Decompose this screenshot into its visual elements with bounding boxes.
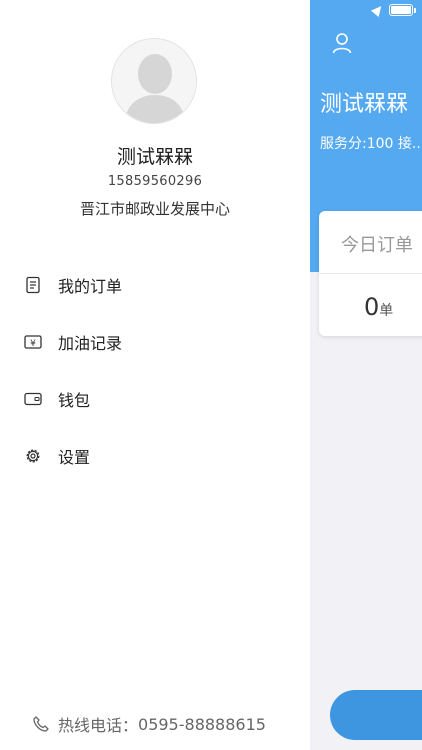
menu-label: 我的订单 — [58, 277, 123, 296]
avatar[interactable] — [111, 38, 197, 124]
hotline-label: 热线电话： — [58, 716, 139, 735]
settings-gear-icon — [24, 447, 42, 465]
service-score: 服务分:100 接... — [320, 136, 422, 152]
battery-icon — [389, 4, 413, 16]
avatar-silhouette-icon — [112, 39, 196, 123]
today-orders-card[interactable]: 今日订单 0单 — [319, 211, 422, 336]
menu-item-fuel-records[interactable]: ¥ 加油记录 — [24, 327, 284, 357]
bottom-action-button[interactable] — [330, 690, 422, 740]
user-profile-icon[interactable] — [332, 32, 352, 54]
today-orders-count: 0单 — [364, 293, 393, 321]
order-list-icon — [24, 276, 42, 294]
today-orders-title: 今日订单 — [341, 235, 413, 256]
main-page: 测试槑槑 服务分:100 接... 今日订单 0单 — [310, 0, 422, 750]
location-icon — [370, 2, 386, 18]
svg-text:¥: ¥ — [30, 339, 36, 349]
user-phone: 15859560296 — [107, 174, 203, 189]
user-organization: 晋江市邮政业发展中心 — [79, 200, 230, 218]
wallet-icon — [24, 390, 42, 408]
hotline-number[interactable]: 0595-88888615 — [138, 715, 266, 734]
phone-icon — [33, 716, 49, 732]
status-bar — [370, 2, 416, 18]
menu-item-wallet[interactable]: 钱包 — [24, 384, 284, 414]
menu-item-settings[interactable]: 设置 — [24, 441, 284, 471]
menu-label: 加油记录 — [58, 334, 123, 353]
hotline[interactable]: 热线电话： 0595-88888615 — [32, 712, 266, 736]
order-count-unit: 单 — [379, 303, 394, 319]
user-name: 测试槑槑 — [116, 146, 193, 168]
order-count-value: 0 — [364, 293, 380, 321]
card-divider — [319, 273, 422, 274]
menu-label: 钱包 — [58, 391, 91, 410]
side-drawer: 测试槑槑 15859560296 晋江市邮政业发展中心 我的订单 ¥ 加油记录 — [0, 0, 310, 750]
menu-item-my-orders[interactable]: 我的订单 — [24, 270, 284, 300]
menu-label: 设置 — [58, 448, 91, 467]
battery-tip-icon — [414, 7, 416, 13]
fuel-record-icon: ¥ — [24, 333, 42, 351]
main-user-name: 测试槑槑 — [320, 92, 409, 117]
